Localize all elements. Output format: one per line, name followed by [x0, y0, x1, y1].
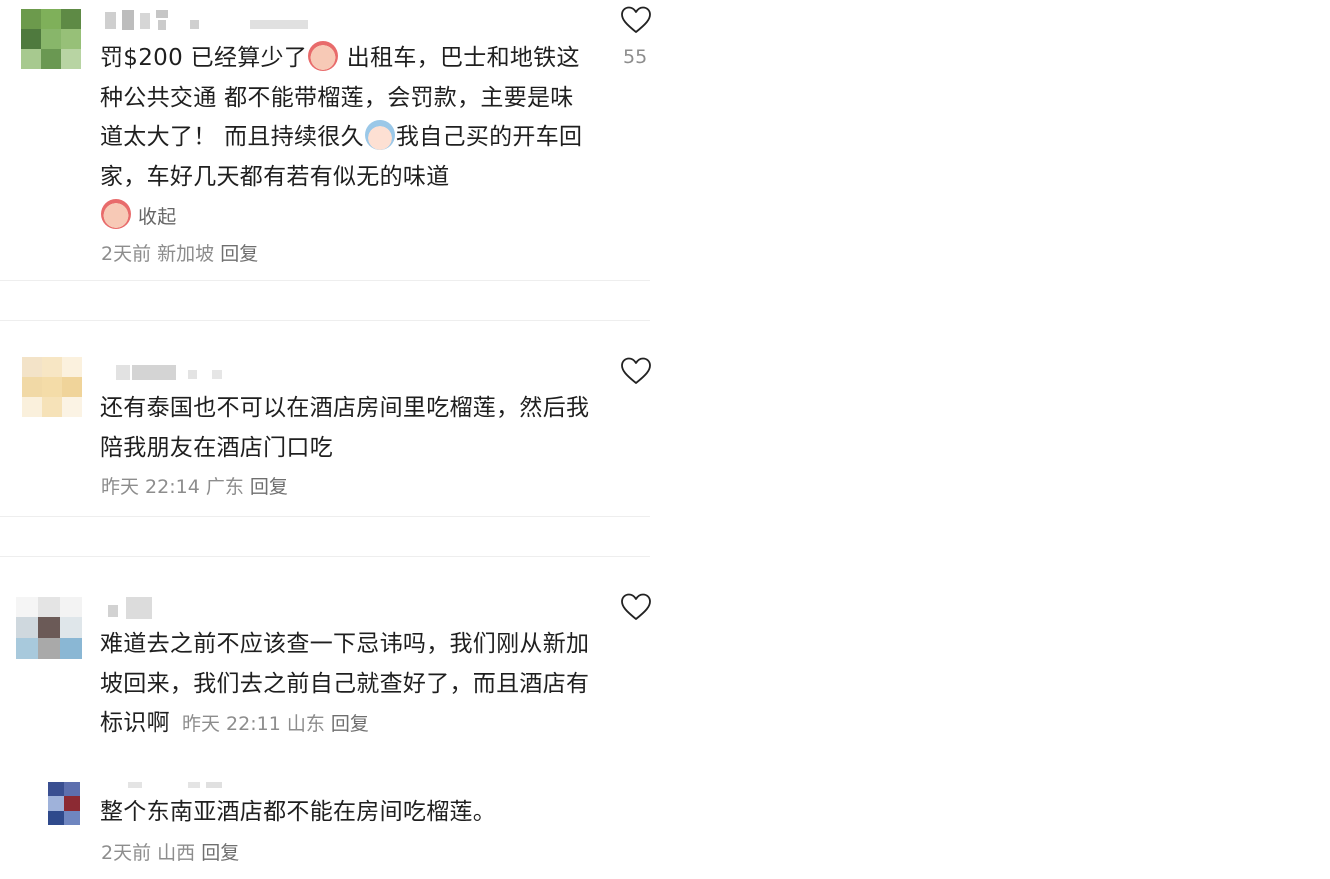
- heart-outline-icon: [621, 6, 651, 33]
- comment-meta: 昨天 22:14 广东 回复: [101, 475, 288, 499]
- comment-item: 难道去之前不应该查一下忌讳吗，我们刚从新加坡回来，我们去之前自己就查好了，而且酒…: [0, 557, 652, 757]
- reply-button[interactable]: 回复: [331, 713, 369, 735]
- comment-text: 难道去之前不应该查一下忌讳吗，我们刚从新加坡回来，我们去之前自己就查好了，而且酒…: [100, 631, 590, 736]
- divider: [0, 280, 650, 281]
- like-count: 55: [623, 46, 648, 68]
- comment-location: 山西: [157, 842, 196, 864]
- comment-meta: 2天前 山西 回复: [101, 841, 239, 865]
- reply-button[interactable]: 回复: [201, 842, 239, 864]
- comment-time: 2天前: [101, 243, 152, 265]
- avatar[interactable]: [22, 357, 82, 417]
- comment-location: 山东: [286, 713, 325, 735]
- like-button[interactable]: [620, 5, 652, 35]
- heart-outline-icon: [621, 593, 651, 620]
- comment-item: 罚$200 已经算少了 出租车，巴士和地铁这种公共交通 都不能带榴莲，会罚款，主…: [0, 0, 652, 280]
- comment-location: 新加坡: [157, 243, 215, 265]
- username-blurred[interactable]: [102, 361, 242, 383]
- collapse-link[interactable]: 收起: [138, 206, 177, 228]
- reply-button[interactable]: 回复: [220, 243, 258, 265]
- comment-text: 还有泰国也不可以在酒店房间里吃榴莲，然后我陪我朋友在酒店门口吃: [100, 395, 590, 461]
- comment-meta-inline: 昨天 22:11 山东 回复: [170, 713, 369, 735]
- heart-outline-icon: [621, 357, 651, 384]
- username-blurred[interactable]: [102, 597, 162, 619]
- comment-time: 2天前: [101, 842, 152, 864]
- reply-button[interactable]: 回复: [250, 476, 288, 498]
- divider: [0, 516, 650, 517]
- comment-time: 昨天 22:14: [101, 476, 200, 498]
- avatar[interactable]: [48, 782, 80, 825]
- crying-face-emoji: [308, 41, 339, 71]
- comment-location: 广东: [205, 476, 244, 498]
- comment-time: 昨天 22:11: [182, 713, 281, 735]
- username-blurred[interactable]: [102, 10, 312, 32]
- avatar[interactable]: [16, 597, 82, 659]
- crying-baby-emoji: [364, 120, 395, 150]
- comment-list: 罚$200 已经算少了 出租车，巴士和地铁这种公共交通 都不能带榴莲，会罚款，主…: [0, 0, 652, 879]
- avatar[interactable]: [21, 9, 81, 69]
- reply-item: 整个东南亚酒店都不能在房间吃榴莲。 2天前 山西 回复: [0, 770, 650, 879]
- comment-item: 还有泰国也不可以在酒店房间里吃榴莲，然后我陪我朋友在酒店门口吃 昨天 22:14…: [0, 321, 652, 516]
- crying-face-emoji: [101, 199, 131, 229]
- comment-text: 罚$200 已经算少了 出租车，巴士和地铁这种公共交通 都不能带榴莲，会罚款，主…: [100, 39, 590, 238]
- comment-text: 整个东南亚酒店都不能在房间吃榴莲。: [100, 799, 497, 825]
- like-button[interactable]: [620, 592, 652, 622]
- like-button[interactable]: [620, 356, 652, 386]
- comment-meta: 2天前 新加坡 回复: [101, 242, 258, 266]
